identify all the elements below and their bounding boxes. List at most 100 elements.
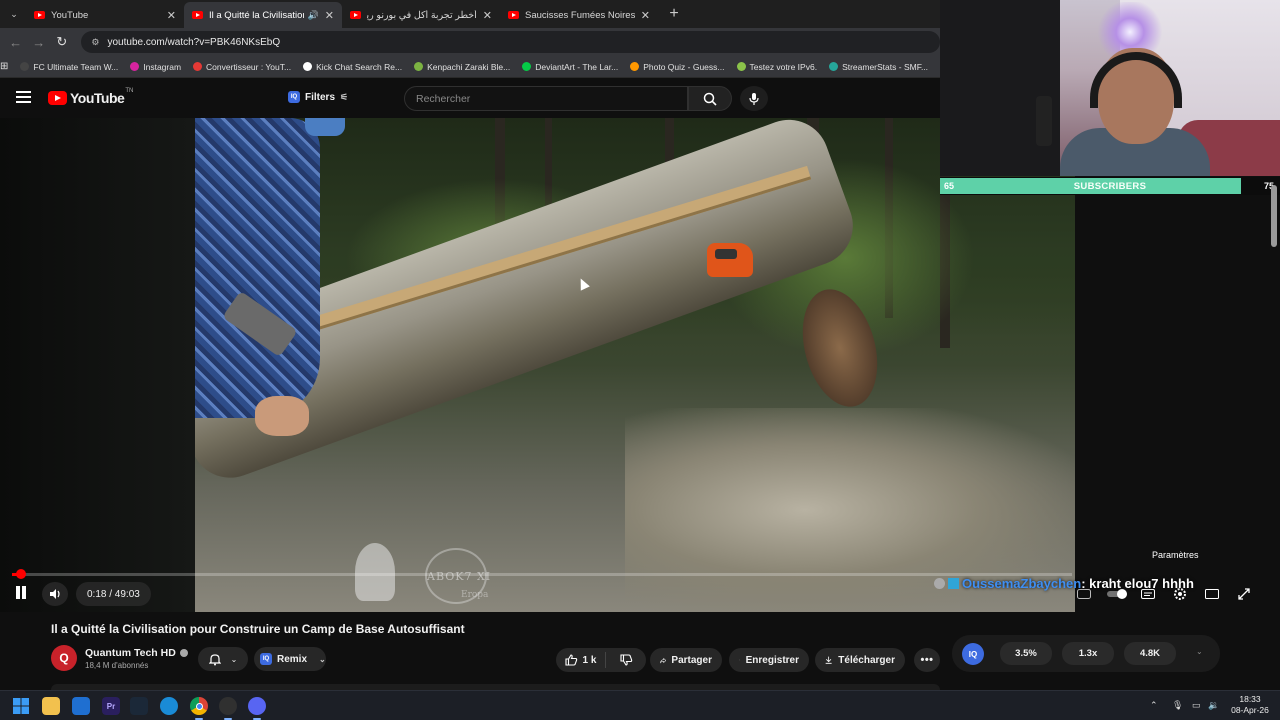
person-cap — [305, 118, 345, 136]
bookmark-favicon-icon — [829, 62, 839, 71]
bookmark-item[interactable]: DeviantArt - The Lar... — [522, 62, 618, 72]
bookmark-favicon-icon — [736, 62, 746, 71]
download-button[interactable]: Télécharger — [815, 648, 905, 672]
bookmark-item[interactable]: StreamerStats - SMF... — [829, 62, 928, 72]
like-dislike-group: 1 k — [556, 648, 646, 672]
tab-title: Saucisses Fumées Noires Bushcraft — [525, 9, 635, 21]
notification-bell-button[interactable]: ⌄ — [198, 647, 248, 671]
pause-button[interactable] — [12, 584, 30, 602]
filters-label: Filters — [305, 91, 336, 103]
tab-search-button[interactable]: ⌄ — [2, 3, 26, 25]
thumbs-up-icon — [564, 654, 577, 666]
fullscreen-icon[interactable] — [1236, 586, 1252, 602]
like-button[interactable]: 1 k — [556, 652, 606, 668]
logo-country-code: TN — [125, 88, 134, 94]
share-button[interactable]: Partager — [650, 648, 722, 672]
theater-mode-icon[interactable] — [1204, 586, 1220, 602]
youtube-favicon-icon — [350, 11, 361, 19]
browser-tab-youtube[interactable]: YouTube ✕ — [26, 2, 184, 28]
youtube-favicon-icon — [34, 11, 45, 19]
clock-date: 08-Apr-26 — [1231, 705, 1269, 715]
new-tab-plus-icon[interactable]: + — [664, 5, 684, 23]
file-explorer-icon[interactable] — [42, 697, 60, 715]
bookmark-item[interactable]: Testez votre IPv6. — [736, 62, 817, 72]
close-icon[interactable]: ✕ — [167, 9, 176, 22]
watermark-subtext: Eropa — [461, 590, 489, 600]
address-bar[interactable]: ⚙ youtube.com/watch?v=PBK46NKsEbQ — [81, 31, 940, 53]
back-arrow-icon[interactable]: ← — [4, 35, 27, 50]
browser-tab-saucisses[interactable]: Saucisses Fumées Noires Bushcraft ✕ — [500, 2, 658, 28]
speaker-icon[interactable]: 🔊 — [308, 10, 319, 21]
thumbs-down-icon — [619, 654, 632, 666]
time-display: 0:18 / 49:03 — [76, 582, 151, 606]
chevron-down-icon[interactable]: ⌄ — [1196, 647, 1203, 656]
watermark-text: ABOK7 XI — [427, 570, 492, 583]
chevron-up-icon[interactable]: ⌃ — [1150, 700, 1158, 711]
display-icon[interactable]: ▭ — [1192, 700, 1201, 711]
windows-start-icon[interactable] — [12, 697, 30, 715]
video-player[interactable]: ABOK7 XI Eropa — [0, 118, 1075, 612]
forward-arrow-icon[interactable]: → — [27, 35, 50, 50]
speaker-icon[interactable]: 🔉 — [1208, 700, 1219, 711]
steam-icon[interactable] — [130, 697, 148, 715]
volume-button[interactable] — [42, 582, 68, 606]
site-info-icon[interactable]: ⚙ — [91, 37, 99, 48]
obs-studio-icon[interactable] — [219, 697, 237, 715]
chat-username: OussemaZbaychen — [962, 576, 1082, 591]
more-actions-button[interactable]: ••• — [914, 648, 940, 672]
streamer-webcam — [940, 0, 1280, 176]
bookmark-item[interactable]: Instagram — [130, 62, 181, 72]
channel-name-text: Quantum Tech HD — [85, 647, 176, 659]
voice-search-button[interactable] — [740, 86, 768, 111]
ambient-shade — [0, 118, 195, 612]
remix-label: Remix — [277, 653, 308, 665]
progress-bar[interactable] — [12, 573, 1072, 576]
search-icon — [703, 92, 717, 106]
iq-extension-icon: IQ — [288, 91, 300, 103]
menu-icon[interactable] — [16, 91, 31, 103]
iq-stat-multiplier: 1.3x — [1062, 642, 1114, 665]
outlook-icon[interactable] — [72, 697, 90, 715]
filters-button[interactable]: IQ Filters ⚟ — [288, 91, 348, 103]
page-scrollbar[interactable] — [1271, 185, 1277, 247]
webcam-microphone — [1036, 96, 1052, 146]
bookmark-item[interactable]: FC Ultimate Team W... — [20, 62, 118, 72]
share-icon — [660, 657, 667, 663]
bookmark-item[interactable]: Kick Chat Search Re... — [303, 62, 402, 72]
more-horizontal-icon: ••• — [920, 654, 934, 666]
close-icon[interactable]: ✕ — [483, 9, 492, 22]
microphone-icon[interactable]: 🎙 — [1172, 700, 1183, 711]
dislike-button[interactable] — [606, 654, 646, 666]
verified-icon — [179, 649, 188, 657]
youtube-favicon-icon — [192, 11, 203, 19]
tab-title: أخطر تجربة أكل في بورنو ريكو... د — [367, 9, 477, 21]
channel-avatar[interactable]: Q — [51, 645, 77, 671]
channel-name[interactable]: Quantum Tech HD — [85, 647, 188, 659]
youtube-masthead: YouTube TN IQ Filters ⚟ Rechercher — [0, 78, 940, 118]
close-icon[interactable]: ✕ — [325, 9, 334, 22]
bookmark-label: Instagram — [143, 61, 182, 72]
bookmark-item[interactable]: Photo Quiz - Guess... — [630, 62, 725, 72]
premiere-pro-icon[interactable]: Pr — [102, 697, 120, 715]
apps-grid-icon[interactable]: ⊞ — [0, 61, 8, 72]
remix-button[interactable]: IQ Remix ⌄ — [254, 647, 326, 671]
reload-icon[interactable]: ↻ — [50, 34, 73, 50]
search-input[interactable]: Rechercher — [404, 86, 688, 111]
bookmark-label: FC Ultimate Team W... — [33, 61, 119, 72]
discord-icon[interactable] — [248, 697, 266, 715]
close-icon[interactable]: ✕ — [641, 9, 650, 22]
clock-time: 18:33 — [1239, 694, 1261, 704]
chat-text: : kraht elou7 hhhh — [1081, 576, 1194, 591]
bookmark-label: Convertisseur : YouT... — [206, 61, 292, 72]
iq-remix-icon: IQ — [260, 653, 272, 665]
bookmark-item[interactable]: Kenpachi Zaraki Ble... — [414, 62, 510, 72]
search-button[interactable] — [688, 86, 732, 111]
chrome-icon[interactable] — [190, 697, 208, 715]
youtube-logo[interactable]: YouTube TN — [48, 88, 134, 106]
browser-tab-arabic-video[interactable]: أخطر تجربة أكل في بورنو ريكو... د ✕ — [342, 2, 500, 28]
save-button[interactable]: Enregistrer — [729, 648, 809, 672]
bookmark-item[interactable]: Convertisseur : YouT... — [193, 62, 291, 72]
edge-icon[interactable] — [160, 697, 178, 715]
browser-tab-active-video[interactable]: Il a Quitté la Civilisation pour Constru… — [184, 2, 342, 28]
system-clock[interactable]: 18:33 08-Apr-26 — [1226, 694, 1274, 716]
